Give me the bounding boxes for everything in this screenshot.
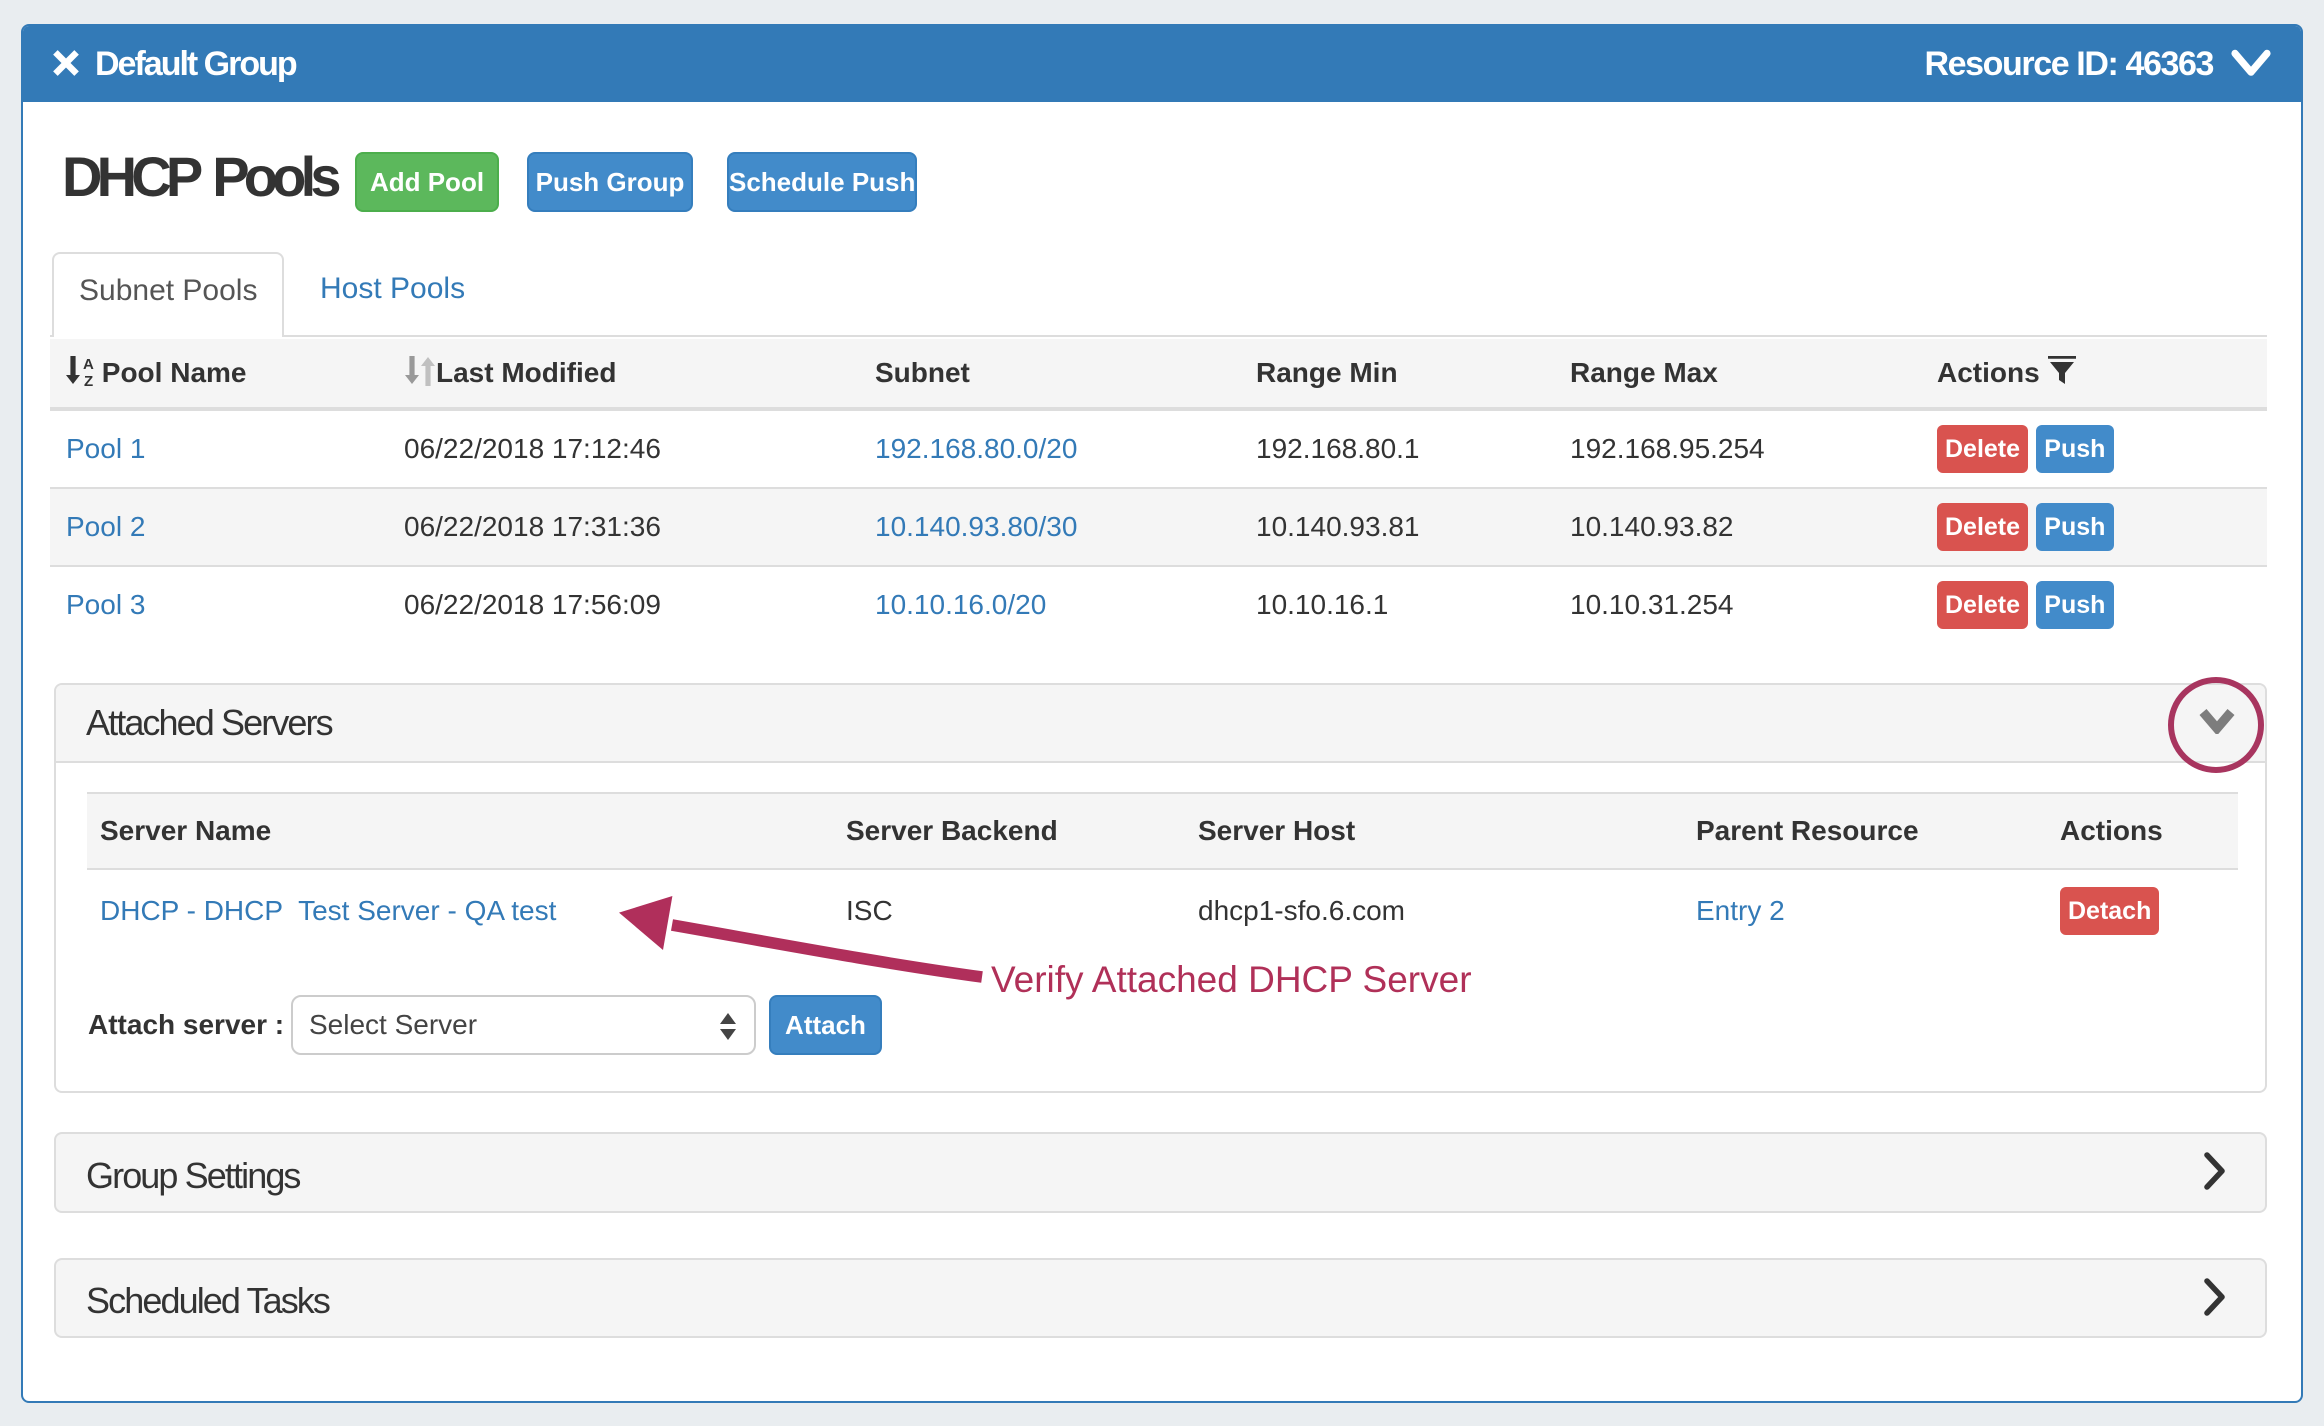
svg-text:Z: Z bbox=[84, 373, 93, 386]
svg-text:A: A bbox=[83, 356, 94, 373]
